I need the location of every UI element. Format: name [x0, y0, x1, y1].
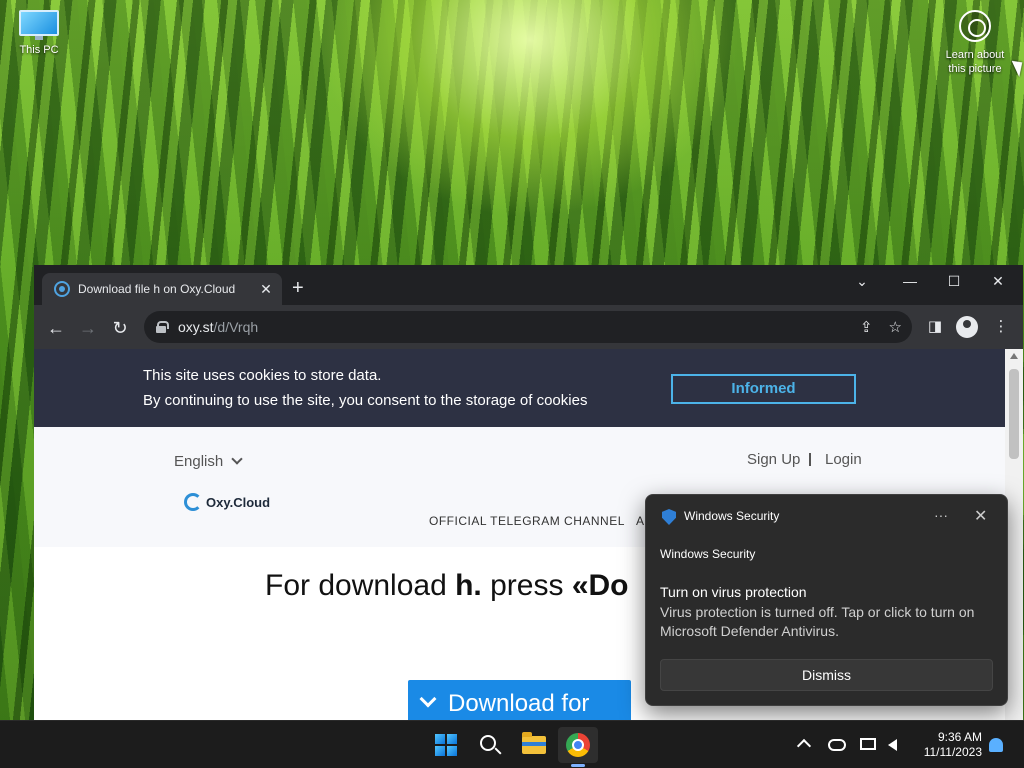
- notification-bell-icon[interactable]: [989, 738, 1003, 752]
- nav-telegram-link[interactable]: OFFICIAL TELEGRAM CHANNEL: [429, 514, 625, 528]
- share-icon[interactable]: ⇪: [860, 318, 873, 336]
- this-pc-label: This PC: [19, 44, 59, 56]
- scroll-thumb[interactable]: [1009, 369, 1019, 459]
- taskbar-clock[interactable]: 9:36 AM 11/11/2023: [916, 730, 982, 760]
- back-button[interactable]: ←: [44, 317, 68, 339]
- url-path: /d/Vrqh: [213, 319, 259, 335]
- logo-text: Oxy.Cloud: [206, 494, 271, 510]
- learn-about-picture-label: Learn about this picture: [945, 49, 1005, 75]
- headline-filename: h.: [455, 569, 482, 602]
- cookie-text-line2: By continuing to use the site, you conse…: [143, 392, 588, 409]
- taskbar: 9:36 AM 11/11/2023: [0, 720, 1024, 768]
- close-window-button[interactable]: ✕: [978, 269, 1018, 293]
- show-hidden-icons-chevron-icon[interactable]: [796, 738, 812, 754]
- clock-date: 11/11/2023: [923, 745, 982, 759]
- double-chevron-down-icon: [419, 690, 437, 708]
- search-icon: [480, 735, 496, 751]
- profile-avatar-icon[interactable]: [956, 316, 978, 338]
- volume-muted-icon[interactable]: [888, 739, 897, 751]
- url-host: oxy.st: [178, 319, 214, 335]
- header-separator: [809, 453, 811, 466]
- chrome-taskbar-button[interactable]: [558, 727, 598, 763]
- taskbar-search-button[interactable]: [470, 727, 510, 763]
- toast-subtitle: Windows Security: [660, 547, 756, 561]
- tab-active[interactable]: Download file h on Oxy.Cloud ✕: [42, 273, 282, 305]
- site-logo[interactable]: Oxy.Cloud: [184, 493, 270, 511]
- forward-button[interactable]: →: [76, 317, 100, 339]
- chrome-icon: [566, 733, 590, 757]
- address-bar[interactable]: oxy.st /d/Vrqh ⇪ ☆: [144, 311, 912, 343]
- start-button[interactable]: [426, 727, 466, 763]
- headline-prefix: For download: [265, 569, 456, 602]
- toast-title: Turn on virus protection: [660, 584, 807, 600]
- dismiss-button[interactable]: Dismiss: [660, 659, 993, 691]
- tab-title: Download file h on Oxy.Cloud: [78, 282, 236, 296]
- language-selector[interactable]: English: [174, 453, 243, 470]
- toast-app-name: Windows Security: [684, 509, 780, 523]
- network-icon[interactable]: [860, 738, 876, 750]
- more-options-icon[interactable]: ···: [934, 507, 948, 523]
- desktop-icon-this-pc[interactable]: This PC: [12, 10, 66, 56]
- maximize-button[interactable]: ☐: [934, 269, 974, 293]
- download-button-label: Download for: [448, 690, 590, 717]
- onedrive-offline-icon[interactable]: [828, 739, 846, 751]
- this-pc-icon: [19, 10, 59, 40]
- camera-icon: [959, 10, 991, 42]
- language-label: English: [174, 453, 224, 470]
- new-tab-button[interactable]: +: [292, 277, 304, 299]
- reload-button[interactable]: ↻: [108, 317, 132, 339]
- tab-bar: Download file h on Oxy.Cloud ✕ + ⌄ — ☐ ✕: [34, 265, 1023, 305]
- sign-up-link[interactable]: Sign Up: [747, 451, 800, 468]
- minimize-button[interactable]: —: [890, 269, 930, 293]
- bookmark-star-icon[interactable]: ☆: [889, 318, 902, 336]
- shield-icon: [662, 509, 676, 525]
- cookie-text-line1: This site uses cookies to store data.: [143, 367, 382, 384]
- tab-search-chevron-icon[interactable]: ⌄: [842, 269, 882, 293]
- clock-time: 9:36 AM: [937, 730, 982, 744]
- oxy-cloud-logo-icon: [184, 493, 202, 511]
- login-link[interactable]: Login: [825, 451, 862, 468]
- nav-link-truncated[interactable]: A: [636, 514, 644, 528]
- headline-quoted: «Do: [571, 569, 629, 602]
- lock-icon[interactable]: [156, 321, 169, 333]
- cookie-banner: This site uses cookies to store data. By…: [34, 349, 1005, 427]
- windows-security-notification[interactable]: Windows Security ··· ✕ Windows Security …: [645, 494, 1008, 706]
- tab-close-icon[interactable]: ✕: [258, 281, 274, 298]
- side-panel-icon[interactable]: ◨: [924, 317, 946, 335]
- download-button[interactable]: Download for: [408, 680, 631, 720]
- download-headline: For download h. press «Do: [265, 569, 629, 603]
- chevron-down-icon: [231, 453, 243, 465]
- informed-button[interactable]: Informed: [671, 374, 856, 404]
- folder-icon: [522, 732, 546, 754]
- toast-close-icon[interactable]: ✕: [974, 506, 987, 526]
- windows-logo-icon: [435, 734, 457, 756]
- headline-suffix: press: [481, 569, 572, 602]
- oxy-cloud-favicon-icon: [54, 281, 70, 297]
- scroll-up-arrow-icon[interactable]: [1010, 353, 1018, 359]
- file-explorer-button[interactable]: [514, 727, 554, 763]
- browser-toolbar: ← → ↻ oxy.st /d/Vrqh ⇪ ☆ ◨ ⋮: [34, 305, 1023, 349]
- toast-body: Virus protection is turned off. Tap or c…: [660, 604, 975, 639]
- desktop-icon-learn-about-picture[interactable]: Learn about this picture: [938, 10, 1012, 76]
- browser-menu-icon[interactable]: ⋮: [990, 317, 1012, 335]
- chrome-running-indicator: [571, 764, 585, 767]
